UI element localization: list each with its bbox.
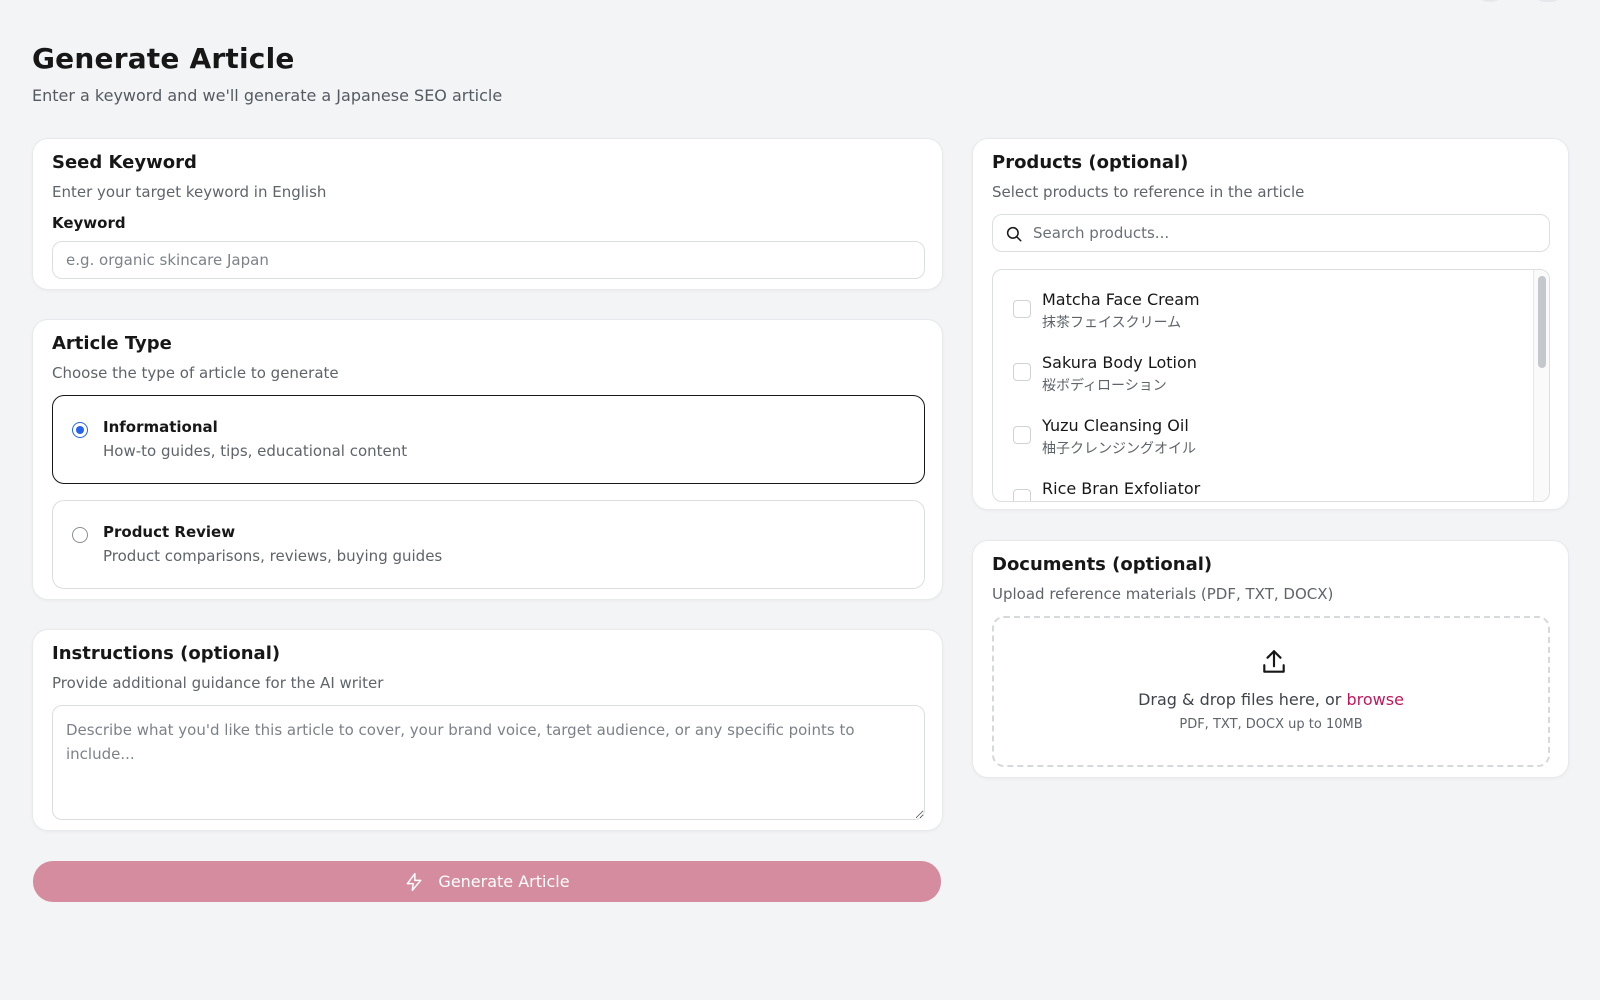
browse-link[interactable]: browse — [1346, 690, 1403, 709]
dropzone-label: Drag & drop files here, or — [1138, 690, 1342, 709]
seed-keyword-card: Seed Keyword Enter your target keyword i… — [32, 138, 943, 290]
product-list-scrollbar[interactable] — [1533, 270, 1549, 501]
seed-keyword-title: Seed Keyword — [52, 152, 197, 173]
product-review-radio[interactable] — [72, 527, 88, 543]
product-checkbox[interactable] — [1013, 363, 1031, 381]
article-type-title: Article Type — [52, 333, 172, 354]
list-item[interactable]: Yuzu Cleansing Oil 柚子クレンジングオイル — [993, 406, 1533, 466]
option-description: How-to guides, tips, educational content — [103, 442, 408, 460]
article-type-card: Article Type Choose the type of article … — [32, 319, 943, 600]
instructions-textarea[interactable] — [52, 705, 925, 820]
product-name: Matcha Face Cream — [1042, 290, 1200, 309]
informational-radio[interactable] — [72, 422, 88, 438]
products-card: Products (optional) Select products to r… — [972, 138, 1569, 510]
product-name-jp: 桜ボディローション — [1042, 378, 1167, 394]
header-menu-icon[interactable] — [1536, 0, 1560, 2]
article-type-description: Choose the type of article to generate — [52, 364, 339, 382]
scroll-thumb[interactable] — [1538, 276, 1546, 368]
product-search-box[interactable] — [992, 214, 1550, 252]
documents-description: Upload reference materials (PDF, TXT, DO… — [992, 585, 1334, 603]
search-icon — [1006, 226, 1022, 242]
product-name-jp: 柚子クレンジングオイル — [1042, 441, 1196, 457]
keyword-label: Keyword — [52, 214, 126, 232]
option-informational[interactable]: Informational How-to guides, tips, educa… — [52, 395, 925, 484]
instructions-card: Instructions (optional) Provide addition… — [32, 629, 943, 831]
instructions-title: Instructions (optional) — [52, 643, 281, 664]
avatar[interactable] — [1470, 0, 1510, 2]
page-title: Generate Article — [32, 42, 295, 75]
product-name-jp: 抹茶フェイスクリーム — [1042, 315, 1182, 331]
zap-icon — [407, 872, 422, 891]
page: Generate Article Enter a keyword and we'… — [0, 0, 1600, 1000]
documents-title: Documents (optional) — [992, 554, 1213, 575]
seed-keyword-description: Enter your target keyword in English — [52, 183, 327, 201]
products-title: Products (optional) — [992, 152, 1189, 173]
product-checkbox[interactable] — [1013, 426, 1031, 444]
product-list[interactable]: Matcha Face Cream 抹茶フェイスクリーム Sakura Body… — [992, 269, 1550, 502]
file-dropzone[interactable]: Drag & drop files here, or browse PDF, T… — [992, 616, 1550, 767]
generate-article-label: Generate Article — [438, 872, 570, 891]
dropzone-hint: PDF, TXT, DOCX up to 10MB — [1179, 717, 1363, 732]
product-name: Sakura Body Lotion — [1042, 353, 1197, 372]
generate-article-button[interactable]: Generate Article — [33, 861, 941, 902]
upload-icon — [1263, 650, 1285, 673]
list-item[interactable]: Matcha Face Cream 抹茶フェイスクリーム — [993, 280, 1533, 340]
page-subtitle: Enter a keyword and we'll generate a Jap… — [32, 86, 503, 105]
option-label: Informational — [103, 418, 218, 436]
product-checkbox[interactable] — [1013, 489, 1031, 501]
instructions-description: Provide additional guidance for the AI w… — [52, 674, 384, 692]
product-name: Rice Bran Exfoliator — [1042, 479, 1201, 498]
documents-card: Documents (optional) Upload reference ma… — [972, 540, 1569, 778]
list-item[interactable]: Sakura Body Lotion 桜ボディローション — [993, 343, 1533, 403]
option-product-review[interactable]: Product Review Product comparisons, revi… — [52, 500, 925, 589]
product-name: Yuzu Cleansing Oil — [1042, 416, 1189, 435]
option-description: Product comparisons, reviews, buying gui… — [103, 547, 443, 565]
product-checkbox[interactable] — [1013, 300, 1031, 318]
keyword-input[interactable] — [52, 241, 925, 279]
list-item[interactable]: Rice Bran Exfoliator — [993, 469, 1533, 501]
dropzone-text: Drag & drop files here, or browse — [994, 690, 1548, 709]
option-label: Product Review — [103, 523, 236, 541]
product-search-input[interactable] — [1033, 215, 1533, 251]
products-description: Select products to reference in the arti… — [992, 183, 1305, 201]
